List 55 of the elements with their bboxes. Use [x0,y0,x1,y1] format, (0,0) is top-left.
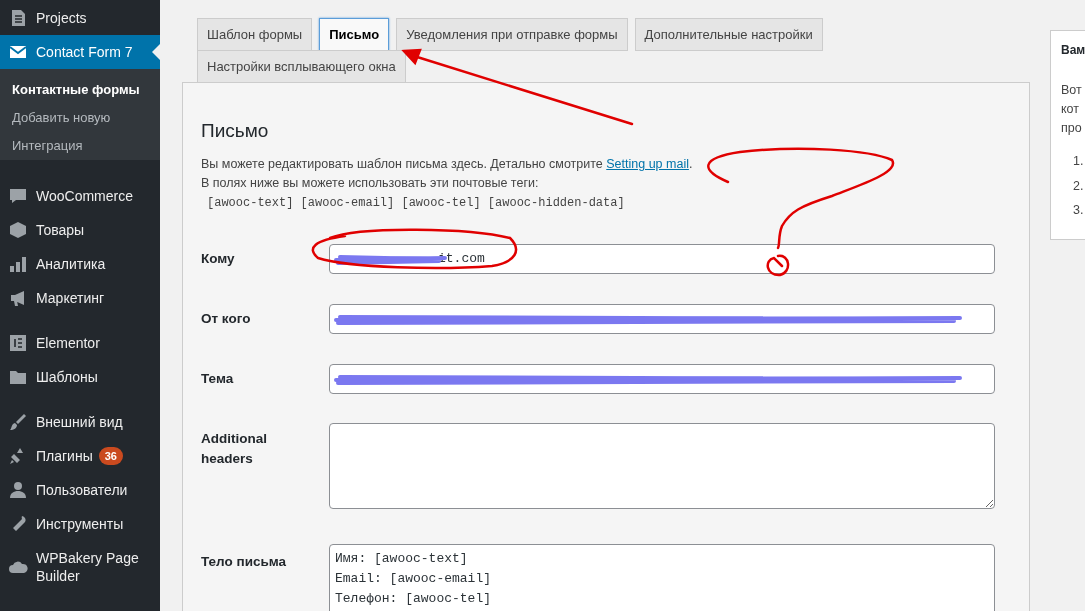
list-number: 2. [1073,177,1085,195]
setting-up-mail-link[interactable]: Setting up mail [606,157,689,171]
menu-item[interactable]: Projects [0,1,160,35]
menu-item[interactable]: Contact Form 7 [0,35,160,69]
tab[interactable]: Письмо [319,18,390,51]
menu-item[interactable]: WooCommerce [0,179,160,213]
tab[interactable]: Настройки всплывающего окна [197,50,406,83]
message-body-field[interactable]: Имя: [awooc-text] Email: [awooc-email] Телефон: [awooc-tel] [329,544,995,611]
count-badge: 36 [98,447,123,465]
box-text: кот [1061,101,1080,118]
field-label: Тема [201,369,235,388]
text-field[interactable] [329,364,995,394]
submenu-item[interactable]: Контактные формы [0,76,160,104]
submenu-item[interactable]: Добавить новую [0,104,160,132]
field-label: Additional headers [201,430,268,468]
box-title: Вам [1061,42,1085,59]
submenu-item[interactable]: Интеграция [0,132,160,160]
menu-item[interactable]: Плагины 36 [0,439,160,473]
menu-pointer [152,44,160,60]
tab[interactable]: Дополнительные настройки [634,18,823,51]
text-area[interactable] [329,423,995,509]
menu-item[interactable]: Шаблоны [0,360,160,394]
body-line-text: Телефон: [awooc-tel] [335,590,493,608]
menu-item[interactable]: Маркетинг [0,281,160,315]
text-field[interactable]: it.com [329,244,995,274]
mail-tags-text: [awooc-text] [awooc-email] [awooc-tel] [awooc-hidden-data] [206,195,626,212]
box-text: Вот [1061,82,1083,99]
square-lines-icon [8,333,28,353]
tab[interactable]: Шаблон формы [197,18,313,51]
field-label: От кого [201,309,252,328]
description-text: Вы можете редактировать шаблон письма здесь. Детально смотрите Setting up mail. [201,156,694,173]
menu-item[interactable]: Elementor [0,326,160,360]
box-icon [8,220,28,240]
field-label: Кому [201,249,236,268]
description-text: В полях ниже вы можете использовать эти почтовые теги: [201,175,540,192]
menu-item[interactable]: Аналитика [0,247,160,281]
menu-item[interactable]: Пользователи [0,473,160,507]
list-number: 1. [1073,153,1085,170]
menu-item[interactable]: Внешний вид [0,405,160,439]
menu-item[interactable]: Товары [0,213,160,247]
menu-item[interactable]: WPBakery Page Builder [0,541,160,593]
paintbrush-icon [8,412,28,432]
user-icon [8,480,28,500]
field-label: Тело письма [201,553,288,571]
tab[interactable]: Уведомления при отправке формы [396,18,628,51]
box-text: про [1061,120,1083,137]
list-number: 3. [1073,202,1085,219]
circle-annotation [766,254,790,277]
speech-bubble-icon [8,186,28,206]
bar-chart-icon [8,254,28,274]
text-field[interactable] [329,304,995,334]
body-line-text: Email: [awooc-email] [335,570,493,588]
body-line-text: Имя: [awooc-text] [335,550,469,568]
section-heading: Письмо [201,119,270,143]
menu-item[interactable]: Инструменты [0,507,160,541]
